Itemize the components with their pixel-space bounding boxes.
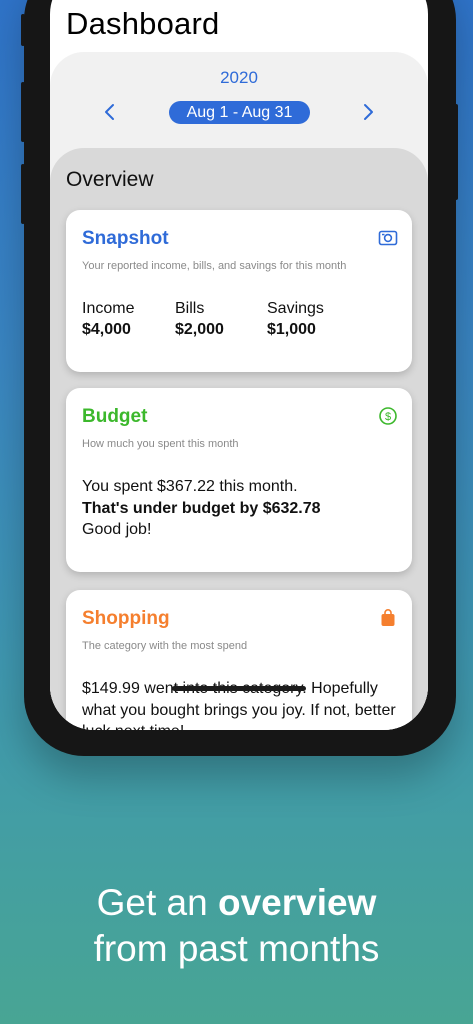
bills-value: $2,000 — [175, 321, 224, 338]
chevron-left-icon — [105, 104, 114, 120]
next-month-button[interactable] — [358, 100, 378, 124]
overview-panel: Overview Snapshot Your reported income, … — [50, 148, 428, 730]
caption-line-2: from past months — [93, 928, 380, 969]
caption-bold-word: overview — [217, 882, 377, 923]
svg-text:$: $ — [385, 411, 391, 423]
budget-title: Budget — [82, 406, 148, 427]
overview-heading: Overview — [66, 168, 154, 191]
shopping-subtitle: The category with the most spend — [82, 640, 248, 652]
snapshot-card[interactable]: Snapshot Your reported income, bills, an… — [66, 210, 412, 372]
budget-under-line: That's under budget by $632.78 — [82, 499, 321, 517]
budget-subtitle: How much you spent this month — [82, 438, 239, 450]
dollar-circle-icon: $ — [378, 406, 398, 426]
promo-caption: Get an overview from past months — [0, 880, 473, 972]
income-value: $4,000 — [82, 321, 131, 338]
savings-value: $1,000 — [267, 321, 316, 338]
shopping-title: Shopping — [82, 608, 170, 629]
caption-line-1: Get an overview — [0, 880, 473, 926]
budget-spent-line: You spent $367.22 this month. — [82, 478, 298, 495]
previous-month-button[interactable] — [100, 100, 120, 124]
budget-card[interactable]: Budget $ How much you spent this month Y… — [66, 388, 412, 572]
shopping-bag-icon — [378, 608, 398, 628]
snapshot-title: Snapshot — [82, 228, 169, 249]
camera-icon — [378, 228, 398, 248]
income-stat: Income $4,000 — [82, 298, 134, 340]
date-range-pill[interactable]: Aug 1 - Aug 31 — [169, 101, 310, 124]
snapshot-subtitle: Your reported income, bills, and savings… — [82, 260, 347, 272]
page-title: Dashboard — [66, 6, 220, 41]
bills-label: Bills — [175, 300, 205, 317]
app-screen: Dashboard 2020 Aug 1 - Aug 31 Overview S… — [50, 0, 428, 730]
savings-label: Savings — [267, 300, 324, 317]
income-label: Income — [82, 300, 135, 317]
bills-stat: Bills $2,000 — [175, 298, 224, 340]
budget-good-job-line: Good job! — [82, 521, 152, 538]
shopping-card[interactable]: Shopping The category with the most spen… — [66, 590, 412, 730]
year-label: 2020 — [220, 68, 258, 87]
budget-summary: You spent $367.22 this month. That's und… — [82, 476, 396, 541]
chevron-right-icon — [364, 104, 373, 120]
caption-prefix: Get an — [96, 882, 218, 923]
home-indicator[interactable] — [172, 686, 306, 691]
savings-stat: Savings $1,000 — [267, 298, 324, 340]
